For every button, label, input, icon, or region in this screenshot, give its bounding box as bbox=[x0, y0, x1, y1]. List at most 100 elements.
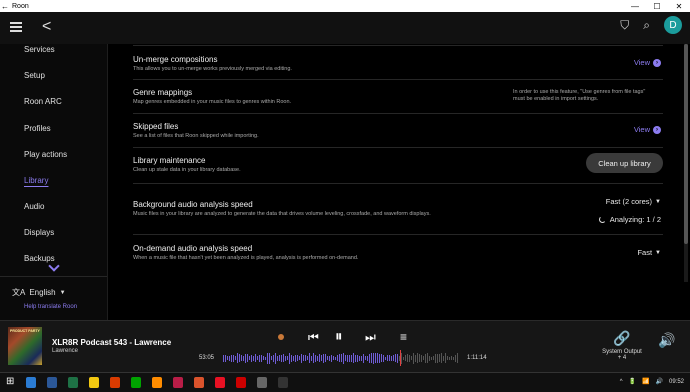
setting-title: On-demand audio analysis speed bbox=[133, 244, 253, 253]
waveform-bar bbox=[313, 353, 314, 363]
zone-selector[interactable]: 🔗 System Output + 4 bbox=[601, 330, 643, 361]
waveform-bar bbox=[321, 355, 322, 361]
maximize-button[interactable]: ☐ bbox=[646, 2, 668, 11]
waveform-bar bbox=[231, 354, 232, 362]
clock[interactable]: 09:52 bbox=[669, 379, 684, 385]
language-selector[interactable]: 文A English ▼ bbox=[12, 287, 66, 298]
radio-indicator-icon[interactable] bbox=[278, 334, 284, 340]
battery-icon[interactable]: 🔋 bbox=[629, 378, 636, 385]
window-titlebar: ← Roon — ☐ ✕ bbox=[0, 0, 690, 12]
waveform-bar bbox=[385, 356, 386, 360]
sidebar-item-setup[interactable]: Setup bbox=[24, 71, 45, 80]
previous-track-icon[interactable]: ⏮ bbox=[308, 330, 319, 345]
help-translate-link[interactable]: Help translate Roon bbox=[24, 304, 77, 310]
search-icon[interactable]: ⌕ bbox=[643, 18, 650, 33]
taskbar-app-icon[interactable] bbox=[215, 377, 225, 388]
hamburger-icon[interactable] bbox=[10, 20, 22, 32]
waveform-bar bbox=[379, 353, 380, 363]
setting-title: Un-merge compositions bbox=[133, 55, 218, 64]
now-playing-bar: PRODUCT PARTY XLR8R Podcast 543 - Lawren… bbox=[0, 320, 690, 372]
waveform-bar bbox=[309, 353, 310, 363]
waveform-bar bbox=[323, 353, 324, 363]
waveform-bar bbox=[381, 354, 382, 362]
view-unmerge-button[interactable]: View › bbox=[634, 58, 661, 67]
queue-icon[interactable]: ≡ bbox=[400, 330, 407, 344]
waveform-bar bbox=[347, 354, 348, 362]
header-actions: ⛉ ⌕ D bbox=[620, 16, 682, 34]
taskbar-app-icon[interactable] bbox=[278, 377, 288, 388]
sidebar-item-displays[interactable]: Displays bbox=[24, 228, 54, 237]
waveform-seekbar[interactable] bbox=[223, 350, 461, 366]
taskbar-app-icon[interactable] bbox=[47, 377, 57, 388]
waveform-bar bbox=[315, 354, 316, 362]
taskbar-app-icon[interactable] bbox=[173, 377, 183, 388]
taskbar-app-icon[interactable] bbox=[236, 377, 246, 388]
tray-overflow-icon[interactable]: ^ bbox=[620, 379, 623, 385]
taskbar-app-icon[interactable] bbox=[131, 377, 141, 388]
sidebar-item-play-actions[interactable]: Play actions bbox=[24, 150, 67, 159]
waveform-bar bbox=[369, 353, 370, 363]
waveform-bar bbox=[341, 354, 342, 362]
waveform-bar bbox=[311, 355, 312, 361]
ondemand-speed-dropdown[interactable]: Fast ▼ bbox=[637, 248, 661, 257]
setting-title: Library maintenance bbox=[133, 156, 206, 165]
taskbar-app-icon[interactable] bbox=[110, 377, 120, 388]
spinner-icon bbox=[598, 216, 606, 223]
translate-icon: 文A bbox=[12, 288, 26, 297]
waveform-bar bbox=[327, 356, 328, 360]
back-chevron-icon[interactable]: < bbox=[42, 18, 51, 36]
waveform-bar bbox=[407, 354, 408, 362]
track-title[interactable]: XLR8R Podcast 543 - Lawrence bbox=[52, 338, 171, 347]
window-back-icon[interactable]: ← bbox=[0, 2, 10, 11]
bookmark-icon[interactable]: ⛉ bbox=[620, 18, 629, 33]
waveform-bar bbox=[353, 353, 354, 363]
taskbar-app-icon[interactable] bbox=[26, 377, 36, 388]
close-button[interactable]: ✕ bbox=[668, 2, 690, 11]
track-artist[interactable]: Lawrence bbox=[52, 348, 78, 354]
waveform-bar bbox=[365, 356, 366, 360]
setting-library-maintenance: Library maintenance Clean up stale data … bbox=[133, 153, 663, 184]
next-track-icon[interactable]: ⏭ bbox=[365, 330, 376, 345]
volume-tray-icon[interactable]: 🔊 bbox=[656, 378, 663, 385]
waveform-bar bbox=[291, 354, 292, 362]
system-tray: ^ 🔋 📶 🔊 09:52 bbox=[620, 378, 684, 386]
waveform-bar bbox=[227, 356, 228, 360]
waveform-bar bbox=[435, 353, 436, 363]
view-skipped-files-button[interactable]: View › bbox=[634, 125, 661, 134]
os-taskbar: ⊞ ^ 🔋 📶 🔊 09:52 bbox=[0, 372, 690, 392]
sidebar-item-backups[interactable]: Backups bbox=[24, 254, 55, 263]
taskbar-app-icon[interactable] bbox=[152, 377, 162, 388]
clean-up-library-button[interactable]: Clean up library bbox=[586, 153, 663, 173]
network-icon[interactable]: 📶 bbox=[642, 378, 649, 385]
playhead-marker[interactable] bbox=[400, 350, 402, 366]
window-controls: — ☐ ✕ bbox=[624, 2, 690, 11]
waveform-bar bbox=[279, 355, 280, 361]
app-header: < ⛉ ⌕ D bbox=[0, 12, 690, 44]
sidebar-item-profiles[interactable]: Profiles bbox=[24, 124, 51, 133]
waveform-bar bbox=[233, 354, 234, 362]
minimize-button[interactable]: — bbox=[624, 2, 646, 11]
taskbar-app-icon[interactable] bbox=[194, 377, 204, 388]
waveform-bar bbox=[281, 354, 282, 362]
taskbar-app-icon[interactable] bbox=[89, 377, 99, 388]
waveform-bar bbox=[371, 353, 372, 363]
background-speed-dropdown[interactable]: Fast (2 cores) ▼ bbox=[606, 197, 661, 206]
waveform-bar bbox=[405, 355, 406, 361]
sidebar-item-audio[interactable]: Audio bbox=[24, 202, 44, 211]
sidebar-item-roon-arc[interactable]: Roon ARC bbox=[24, 97, 62, 106]
window-title: Roon bbox=[12, 2, 29, 10]
waveform-bar bbox=[229, 355, 230, 361]
start-icon[interactable]: ⊞ bbox=[6, 376, 16, 387]
waveform-bar bbox=[447, 356, 448, 360]
sidebar-item-services[interactable]: Services bbox=[24, 45, 55, 54]
taskbar-app-icon[interactable] bbox=[257, 377, 267, 388]
main-scrollbar[interactable] bbox=[684, 44, 688, 282]
volume-icon[interactable]: 🔊 bbox=[658, 332, 675, 349]
pause-icon[interactable]: ⏸ bbox=[335, 328, 343, 345]
sidebar-item-library[interactable]: Library bbox=[24, 176, 48, 185]
link-icon: 🔗 bbox=[613, 330, 631, 346]
taskbar-app-icon[interactable] bbox=[68, 377, 78, 388]
album-cover[interactable]: PRODUCT PARTY bbox=[8, 327, 42, 365]
avatar[interactable]: D bbox=[664, 16, 682, 34]
waveform-bar bbox=[389, 355, 390, 361]
